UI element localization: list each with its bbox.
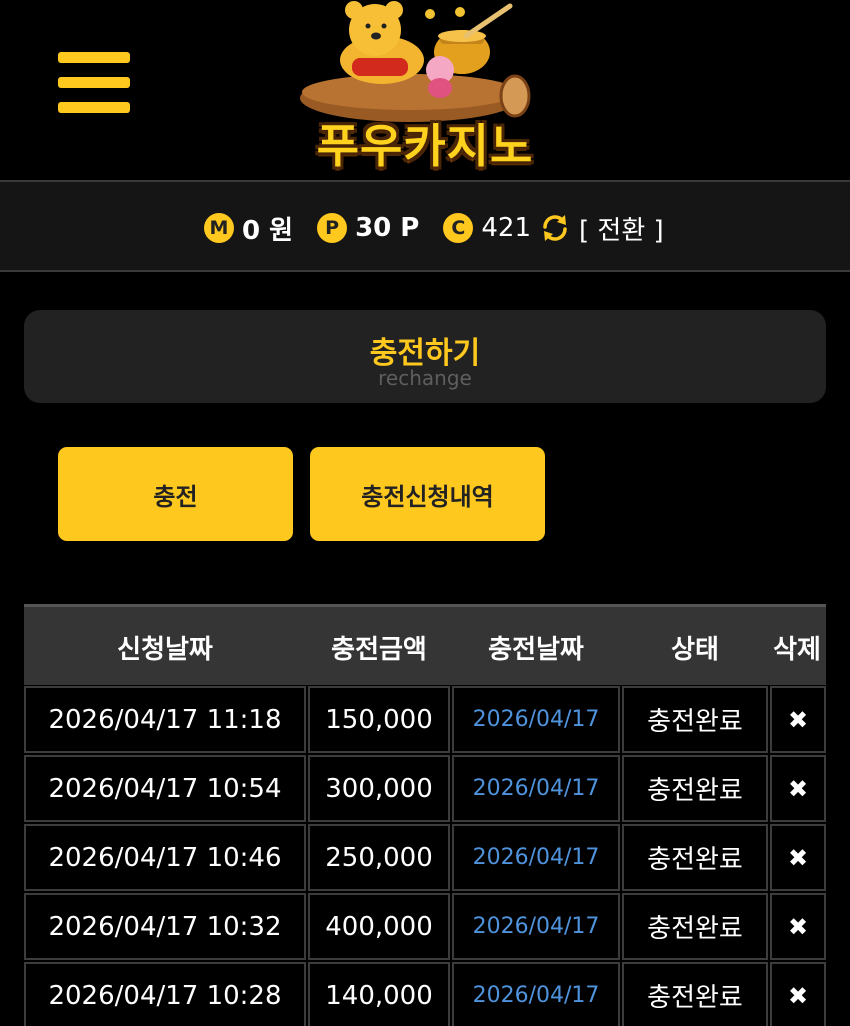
charge-date-cell: 2026/04/17 <box>452 686 620 753</box>
charge-button[interactable]: 충전 <box>58 447 293 541</box>
switch-link[interactable]: [ 전환 ] <box>579 210 664 247</box>
point-value: 30 P <box>355 213 420 243</box>
page-subtitle: rechange <box>378 366 472 390</box>
delete-icon[interactable]: ✖ <box>770 962 826 1026</box>
amount-cell: 140,000 <box>308 962 450 1026</box>
status-cell: 충전완료 <box>622 962 768 1026</box>
site-logo[interactable]: 푸우카지노 <box>290 0 560 173</box>
status-cell: 충전완료 <box>622 893 768 960</box>
charge-date-cell: 2026/04/17 <box>452 824 620 891</box>
table-row: 2026/04/17 10:46 250,000 2026/04/17 충전완료… <box>24 824 826 891</box>
amount-cell: 150,000 <box>308 686 450 753</box>
column-header-status: 상태 <box>671 635 719 665</box>
logo-text: 푸우카지노 <box>316 119 534 173</box>
section-title-card: 충전하기 rechange <box>24 310 826 403</box>
request-date-cell: 2026/04/17 10:54 <box>24 755 306 822</box>
status-cell: 충전완료 <box>622 824 768 891</box>
balance-bar: M 0 원 P 30 P C 421 [ 전환 ] <box>0 180 850 272</box>
status-cell: 충전완료 <box>622 755 768 822</box>
amount-cell: 300,000 <box>308 755 450 822</box>
charge-date-cell: 2026/04/17 <box>452 962 620 1026</box>
delete-icon[interactable]: ✖ <box>770 893 826 960</box>
column-header-charge-date: 충전날짜 <box>488 635 584 665</box>
header: 푸우카지노 <box>0 0 850 180</box>
request-date-cell: 2026/04/17 10:46 <box>24 824 306 891</box>
table-header: 신청날짜 충전금액 충전날짜 상태 삭제 <box>24 604 826 685</box>
table-row: 2026/04/17 10:28 140,000 2026/04/17 충전완료… <box>24 962 826 1026</box>
coin-value: 421 <box>481 213 532 243</box>
delete-icon[interactable]: ✖ <box>770 686 826 753</box>
amount-cell: 250,000 <box>308 824 450 891</box>
charge-date-cell: 2026/04/17 <box>452 893 620 960</box>
money-value: 0 원 <box>242 215 294 246</box>
delete-icon[interactable]: ✖ <box>770 755 826 822</box>
charge-date-cell: 2026/04/17 <box>452 755 620 822</box>
coin-badge-icon: C <box>443 213 474 243</box>
request-date-cell: 2026/04/17 10:28 <box>24 962 306 1026</box>
delete-icon[interactable]: ✖ <box>770 824 826 891</box>
request-date-cell: 2026/04/17 10:32 <box>24 893 306 960</box>
column-header-request-date: 신청날짜 <box>117 635 213 665</box>
money-badge-icon: M <box>204 213 234 243</box>
column-header-amount: 충전금액 <box>331 635 427 665</box>
charge-history-button[interactable]: 충전신청내역 <box>310 447 545 541</box>
amount-cell: 400,000 <box>308 893 450 960</box>
table-row: 2026/04/17 11:18 150,000 2026/04/17 충전완료… <box>24 686 826 753</box>
column-header-delete: 삭제 <box>773 635 821 665</box>
hamburger-menu-icon[interactable] <box>58 52 130 116</box>
table-row: 2026/04/17 10:54 300,000 2026/04/17 충전완료… <box>24 755 826 822</box>
point-badge-icon: P <box>317 213 348 243</box>
status-cell: 충전완료 <box>622 686 768 753</box>
refresh-icon[interactable] <box>539 212 571 244</box>
table-row: 2026/04/17 10:32 400,000 2026/04/17 충전완료… <box>24 893 826 960</box>
request-date-cell: 2026/04/17 11:18 <box>24 686 306 753</box>
